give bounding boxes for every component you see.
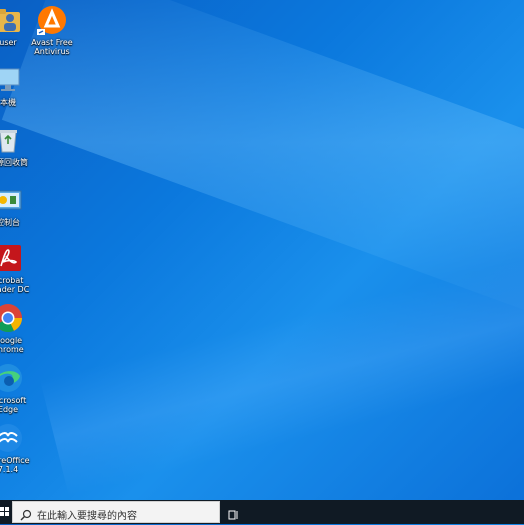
desktop-icon-chrome[interactable]: Google Chrome (0, 302, 38, 354)
desktop-icon-label: Microsoft Edge (0, 396, 27, 414)
avast-icon (36, 4, 68, 36)
windows-logo-icon (0, 507, 4, 511)
desktop-icon-this-pc[interactable]: 本機 (0, 64, 38, 107)
desktop-icon-control-panel[interactable]: 控制台 (0, 184, 38, 227)
desktop-icon-label: 本機 (0, 98, 16, 107)
desktop-icon-acrobat[interactable]: Acrobat Reader DC (0, 242, 38, 294)
this-pc-icon (0, 64, 24, 96)
desktop-icon-avast[interactable]: Avast Free Antivirus (22, 4, 82, 56)
search-icon (20, 506, 32, 525)
desktop-icon-recycle-bin[interactable]: 資源回收筒 (0, 124, 38, 167)
desktop-icon-label: Avast Free Antivirus (31, 38, 73, 56)
search-input[interactable]: 在此輸入要搜尋的內容 (12, 501, 220, 523)
acrobat-reader-icon (0, 242, 24, 274)
desktop-icon-libreoffice[interactable]: LibreOffice 7.1.4 (0, 422, 38, 474)
user-folder-icon (0, 4, 24, 36)
desktop: user Avast Free Antivirus 本機 回收筒 制台 crob… (0, 0, 524, 500)
desktop-icon-label: Acrobat Reader DC (0, 276, 30, 294)
edge-icon (0, 362, 24, 394)
task-view-button[interactable] (228, 506, 240, 520)
recycle-bin-icon (0, 124, 24, 156)
search-placeholder: 在此輸入要搜尋的內容 (37, 511, 137, 522)
desktop-icon-edge[interactable]: Microsoft Edge (0, 362, 38, 414)
windows-logo-icon (0, 512, 4, 516)
desktop-icon-label: 資源回收筒 (0, 158, 28, 167)
windows-logo-icon (5, 507, 9, 511)
desktop-icon-label: 控制台 (0, 218, 20, 227)
desktop-icon-label: LibreOffice 7.1.4 (0, 456, 30, 474)
control-panel-icon (0, 184, 24, 216)
libreoffice-icon (0, 422, 24, 454)
taskbar: 在此輸入要搜尋的內容 (0, 500, 524, 524)
chrome-icon (0, 302, 24, 334)
windows-logo-icon (5, 512, 9, 516)
desktop-icon-label: Google Chrome (0, 336, 24, 354)
task-view-icon (228, 510, 238, 520)
